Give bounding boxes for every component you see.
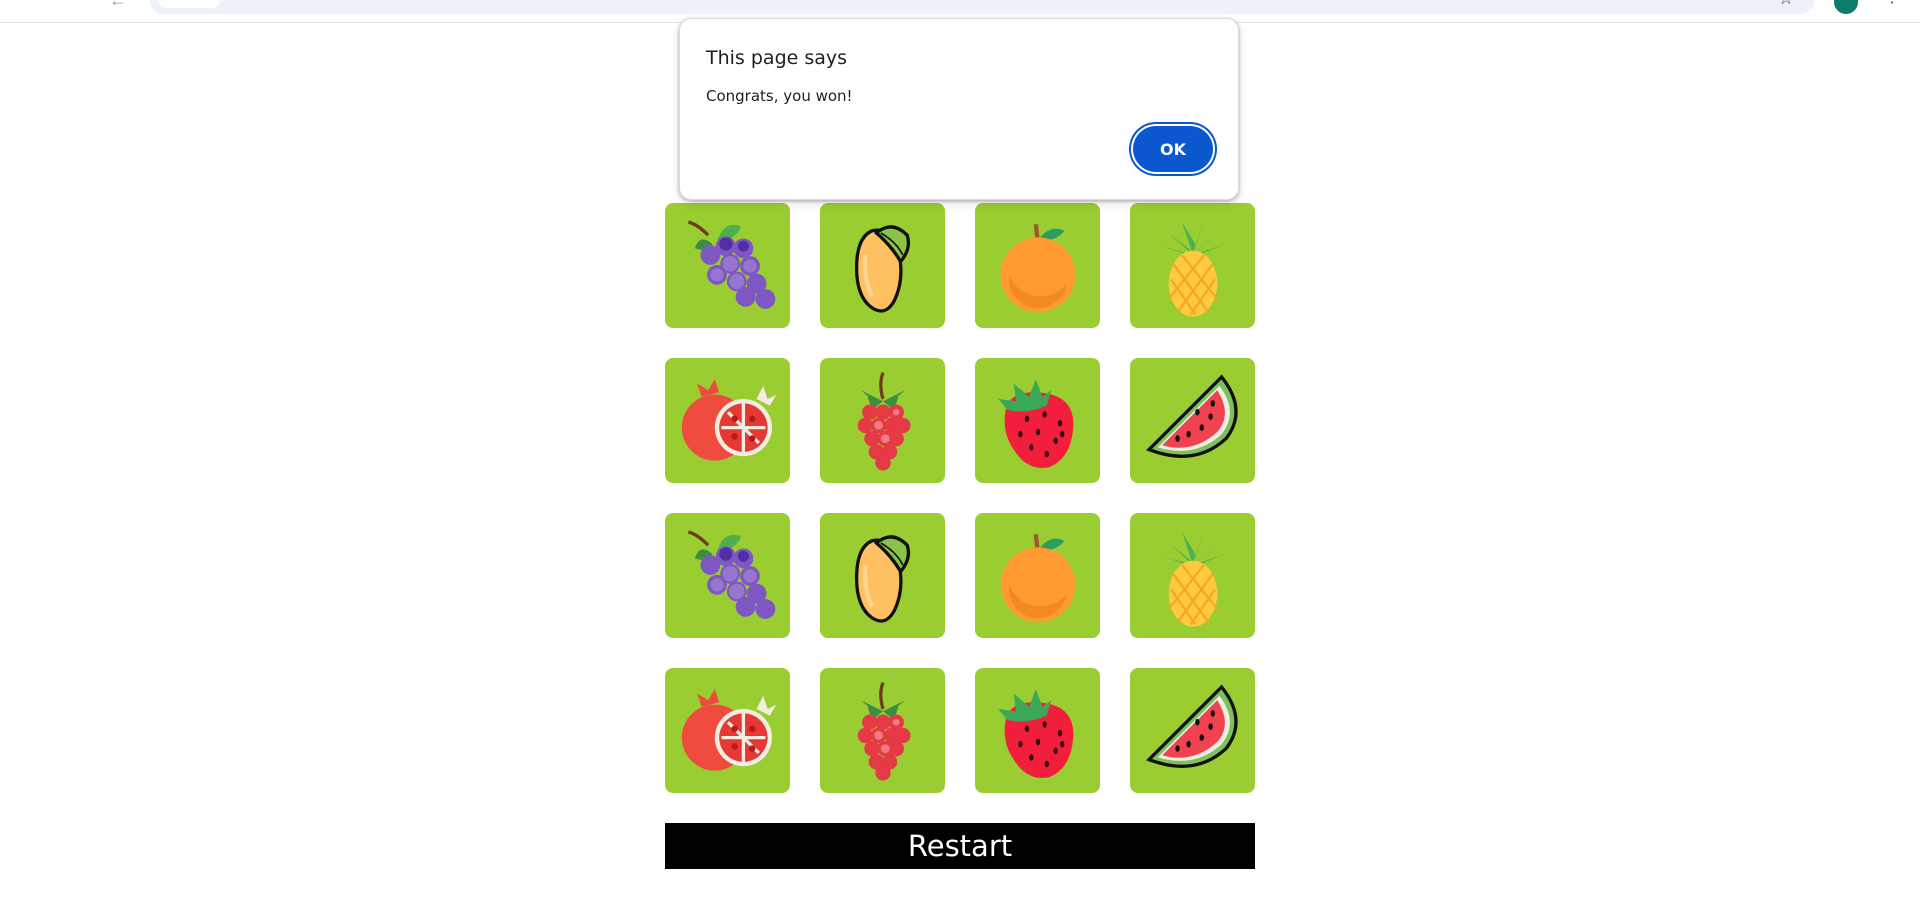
card-watermelon[interactable] [1130, 358, 1255, 483]
kebab-menu-icon[interactable]: ⋮ [1884, 0, 1900, 8]
card-raspberry[interactable] [820, 668, 945, 793]
address-bar[interactable] [150, 0, 1814, 14]
card-strawberry[interactable] [975, 668, 1100, 793]
card-pineapple[interactable] [1130, 513, 1255, 638]
card-watermelon[interactable] [1130, 668, 1255, 793]
ok-button[interactable]: OK [1133, 126, 1213, 172]
pomegranate-icon [673, 676, 783, 786]
card-grapes[interactable] [665, 203, 790, 328]
alert-dialog: This page says Congrats, you won! OK [679, 18, 1239, 200]
bookmark-star-icon[interactable]: ☆ [1776, 0, 1796, 8]
grapes-icon [673, 521, 783, 631]
site-info-chip[interactable] [158, 0, 220, 8]
orange-icon [983, 521, 1093, 631]
alert-message: Congrats, you won! [706, 87, 853, 105]
pineapple-icon [1138, 211, 1248, 321]
card-strawberry[interactable] [975, 358, 1100, 483]
card-grapes[interactable] [665, 513, 790, 638]
restart-button[interactable]: Restart [665, 823, 1255, 869]
card-pomegranate[interactable] [665, 668, 790, 793]
alert-title: This page says [706, 47, 848, 69]
mango-icon [828, 521, 938, 631]
watermelon-icon [1138, 366, 1248, 476]
card-mango[interactable] [820, 203, 945, 328]
game-board [665, 203, 1255, 793]
pineapple-icon [1138, 521, 1248, 631]
mango-icon [828, 211, 938, 321]
raspberry-icon [828, 366, 938, 476]
strawberry-icon [983, 366, 1093, 476]
raspberry-icon [828, 676, 938, 786]
card-raspberry[interactable] [820, 358, 945, 483]
card-pineapple[interactable] [1130, 203, 1255, 328]
strawberry-icon [983, 676, 1093, 786]
card-pomegranate[interactable] [665, 358, 790, 483]
watermelon-icon [1138, 676, 1248, 786]
grapes-icon [673, 211, 783, 321]
card-orange[interactable] [975, 203, 1100, 328]
card-mango[interactable] [820, 513, 945, 638]
pomegranate-icon [673, 366, 783, 476]
orange-icon [983, 211, 1093, 321]
card-orange[interactable] [975, 513, 1100, 638]
back-arrow-icon[interactable]: ← [108, 0, 128, 10]
